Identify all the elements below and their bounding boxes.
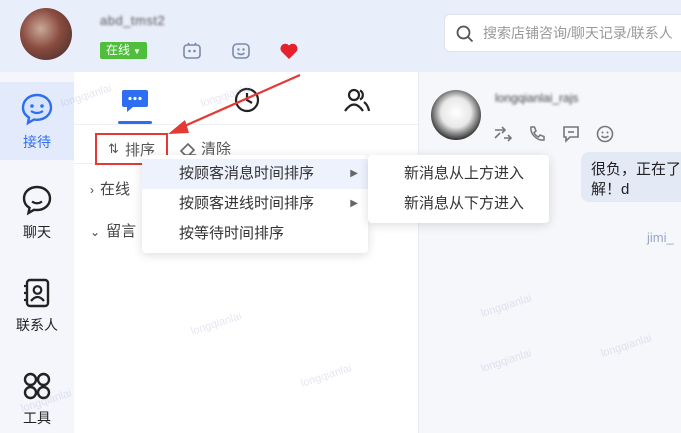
nav-label-chat: 聊天 bbox=[23, 224, 51, 240]
user-avatar[interactable] bbox=[20, 8, 72, 60]
nav-item-reception[interactable]: 接待 bbox=[0, 82, 74, 160]
chevron-right-icon: › bbox=[90, 183, 94, 197]
username-blurred: abd_tmst2 bbox=[100, 13, 166, 28]
robot-icon[interactable] bbox=[181, 40, 203, 62]
group-label-messages: 留言 bbox=[106, 223, 137, 240]
menu-item-label: 按等待时间排序 bbox=[179, 225, 285, 242]
caret-down-icon: ▼ bbox=[133, 47, 141, 56]
top-bar: abd_tmst2 在线 ▼ bbox=[0, 0, 681, 72]
caret-right-icon: ▶ bbox=[350, 168, 358, 179]
nav-label-contacts: 联系人 bbox=[16, 317, 58, 333]
nav-label-reception: 接待 bbox=[23, 134, 51, 150]
status-dropdown[interactable]: 在线 ▼ bbox=[100, 42, 147, 59]
nav-label-tools: 工具 bbox=[23, 410, 51, 426]
smile-chat-icon bbox=[21, 93, 53, 126]
group-online[interactable]: › 在线 bbox=[90, 178, 130, 199]
left-nav: 接待 聊天 联系人 工具 bbox=[0, 72, 74, 433]
contact-avatar[interactable] bbox=[431, 90, 481, 140]
new-messages-top[interactable]: 新消息从上方进入 bbox=[368, 159, 549, 189]
group-label-online: 在线 bbox=[100, 181, 131, 198]
grid-tools-icon bbox=[23, 372, 51, 400]
search-box[interactable] bbox=[444, 14, 681, 52]
message-icon[interactable] bbox=[120, 86, 150, 114]
sort-arrows-icon: ⇅ bbox=[108, 141, 119, 156]
contact-name-blurred: longqianlai_rajs bbox=[495, 91, 579, 105]
tabs-row bbox=[74, 72, 418, 124]
sort-submenu: 新消息从上方进入 新消息从下方进入 bbox=[368, 155, 549, 223]
comment-icon[interactable] bbox=[561, 124, 581, 144]
sort-by-customer-entry-time[interactable]: 按顾客进线时间排序 ▶ bbox=[142, 189, 368, 219]
smile-face-icon[interactable] bbox=[230, 40, 252, 62]
nav-item-contacts[interactable]: 联系人 bbox=[0, 277, 74, 335]
chat-pane: longqianlai_rajs 很负，正在了解！d jimi_ bbox=[418, 72, 681, 433]
chevron-down-icon: ⌄ bbox=[90, 225, 101, 239]
agent-label: jimi_ bbox=[647, 230, 674, 245]
contacts-icon[interactable] bbox=[342, 86, 372, 114]
chat-bubble-icon bbox=[22, 185, 52, 216]
clock-icon[interactable] bbox=[232, 86, 262, 114]
message-bubble: 很负，正在了解！d bbox=[581, 152, 681, 202]
emoji-icon[interactable] bbox=[595, 124, 615, 144]
menu-item-label: 按顾客进线时间排序 bbox=[179, 195, 315, 212]
status-label: 在线 bbox=[106, 43, 131, 57]
group-messages[interactable]: ⌄ 留言 bbox=[90, 220, 136, 241]
phone-icon[interactable] bbox=[527, 124, 547, 144]
submenu-item-label: 新消息从下方进入 bbox=[404, 195, 525, 212]
transfer-icon[interactable] bbox=[493, 124, 513, 144]
search-icon bbox=[456, 25, 474, 43]
contact-book-icon bbox=[24, 278, 50, 308]
heart-icon[interactable] bbox=[278, 40, 300, 62]
new-messages-bottom[interactable]: 新消息从下方进入 bbox=[368, 189, 549, 219]
submenu-item-label: 新消息从上方进入 bbox=[404, 165, 525, 182]
search-input[interactable] bbox=[483, 23, 681, 43]
sort-by-wait-time[interactable]: 按等待时间排序 bbox=[142, 219, 368, 249]
caret-right-icon: ▶ bbox=[350, 198, 358, 209]
contact-tools bbox=[493, 124, 615, 144]
sort-menu: 按顾客消息时间排序 ▶ 按顾客进线时间排序 ▶ 按等待时间排序 bbox=[142, 155, 368, 253]
menu-item-label: 按顾客消息时间排序 bbox=[179, 165, 315, 182]
nav-item-tools[interactable]: 工具 bbox=[0, 370, 74, 428]
nav-item-chat[interactable]: 聊天 bbox=[0, 184, 74, 242]
sort-by-customer-message-time[interactable]: 按顾客消息时间排序 ▶ bbox=[142, 159, 368, 189]
